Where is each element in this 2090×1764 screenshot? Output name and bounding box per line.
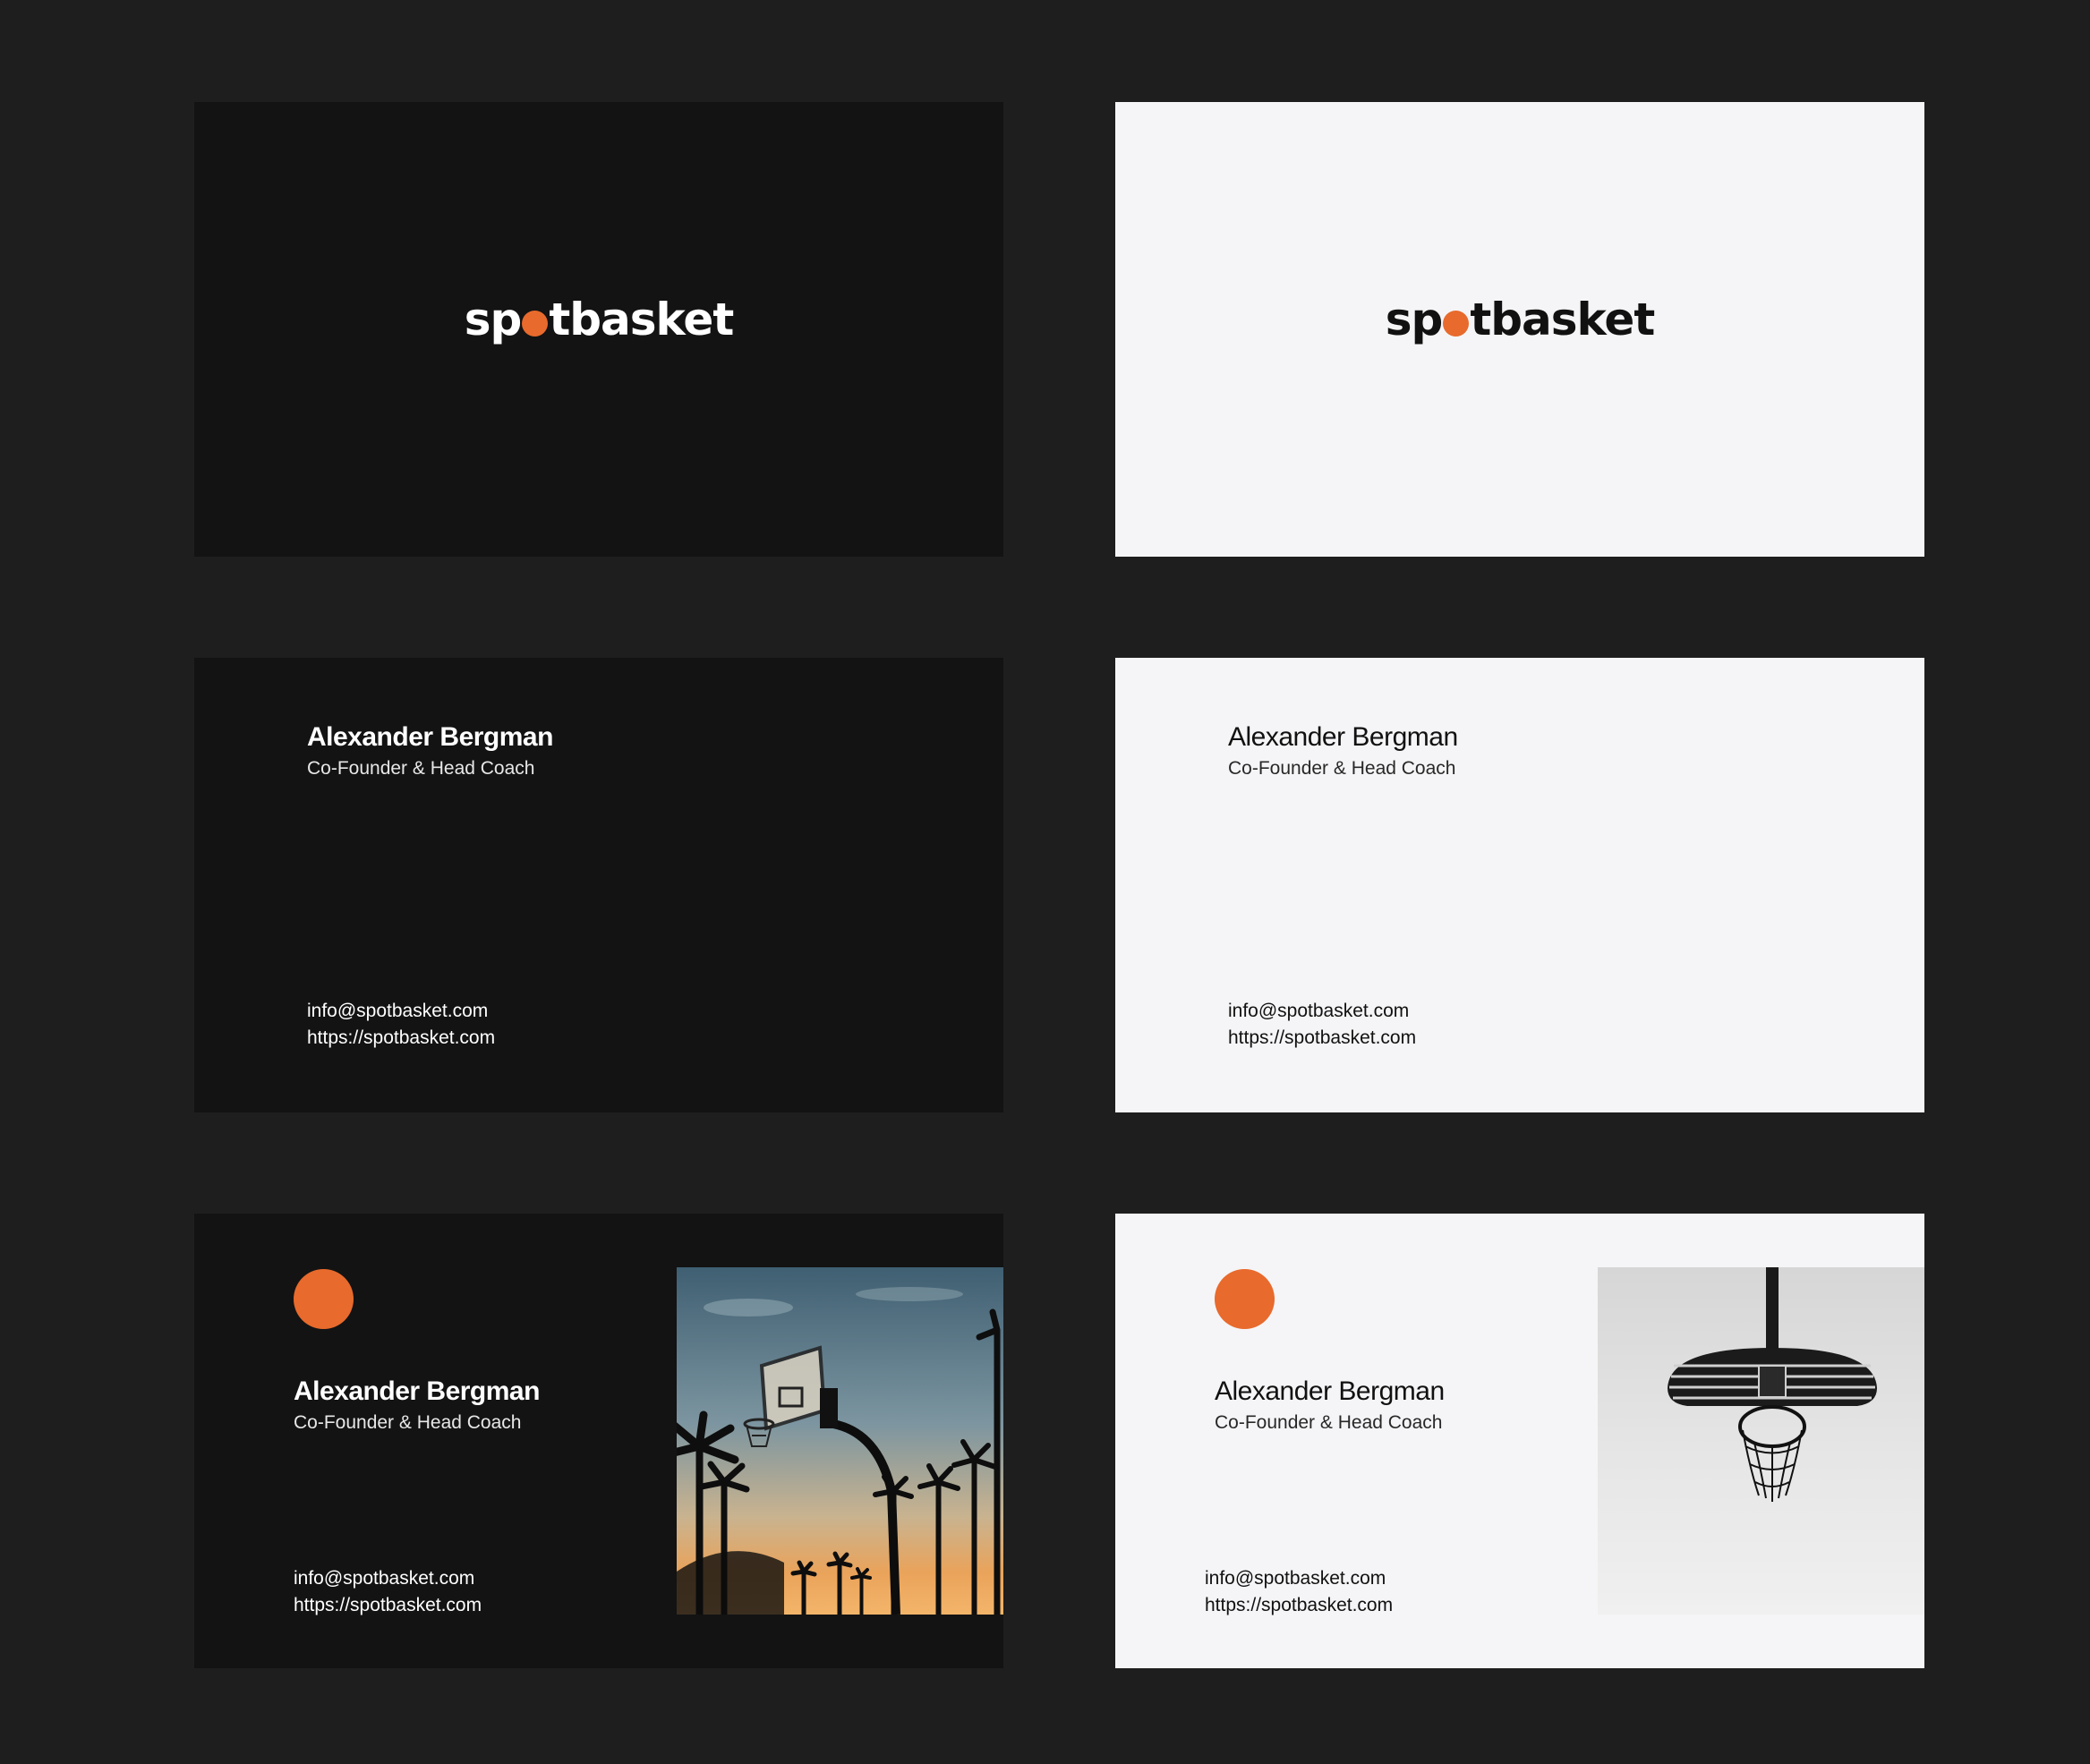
business-card-showcase: sp tbasket sp tbasket Alexander Bergman Co… [0,0,2090,1764]
person-name: Alexander Bergman [1228,722,1458,752]
email-text: info@spotbasket.com [1205,1568,1386,1589]
person-role: Co-Founder & Head Coach [1215,1412,1443,1433]
card-contact-dark: Alexander Bergman Co-Founder & Head Coac… [194,658,1003,1112]
person-name: Alexander Bergman [307,722,553,752]
contact-block: info@spotbasket.com https://spotbasket.c… [307,998,495,1052]
orange-dot-icon [1215,1269,1275,1329]
sunset-hoop-photo [677,1267,1003,1615]
person-name: Alexander Bergman [1215,1376,1445,1406]
website-text: https://spotbasket.com [307,1027,496,1048]
contact-block: info@spotbasket.com https://spotbasket.c… [1205,1565,1393,1619]
person-role: Co-Founder & Head Coach [294,1412,522,1433]
contact-block: info@spotbasket.com https://spotbasket.c… [1228,998,1416,1052]
brand-logo-text-left: sp [464,294,523,345]
card-logo-dark: sp tbasket [194,102,1003,557]
contact-block: info@spotbasket.com https://spotbasket.c… [294,1565,482,1619]
brand-logo-text-right: tbasket [1470,294,1655,345]
email-text: info@spotbasket.com [1228,1001,1410,1021]
brand-logo-text-left: sp [1385,294,1444,345]
website-text: https://spotbasket.com [294,1595,482,1615]
basketball-dot-icon [1443,311,1470,337]
hoop-below-illustration [1598,1267,1924,1615]
hoop-below-photo [1598,1267,1924,1615]
brand-logo: sp tbasket [194,297,1003,342]
card-photo-light: Alexander Bergman Co-Founder & Head Coac… [1115,1214,1924,1668]
person-role: Co-Founder & Head Coach [1228,758,1456,779]
brand-logo-text-right: tbasket [549,294,734,345]
card-photo-dark: Alexander Bergman Co-Founder & Head Coac… [194,1214,1003,1668]
sunset-hoop-illustration [677,1267,1003,1615]
website-text: https://spotbasket.com [1205,1595,1394,1615]
orange-dot-icon [294,1269,354,1329]
website-text: https://spotbasket.com [1228,1027,1417,1048]
person-name: Alexander Bergman [294,1376,540,1406]
email-text: info@spotbasket.com [307,1001,489,1021]
card-contact-light: Alexander Bergman Co-Founder & Head Coac… [1115,658,1924,1112]
person-role: Co-Founder & Head Coach [307,758,535,779]
card-logo-light: sp tbasket [1115,102,1924,557]
basketball-dot-icon [522,311,549,337]
brand-logo: sp tbasket [1115,297,1924,342]
email-text: info@spotbasket.com [294,1568,475,1589]
